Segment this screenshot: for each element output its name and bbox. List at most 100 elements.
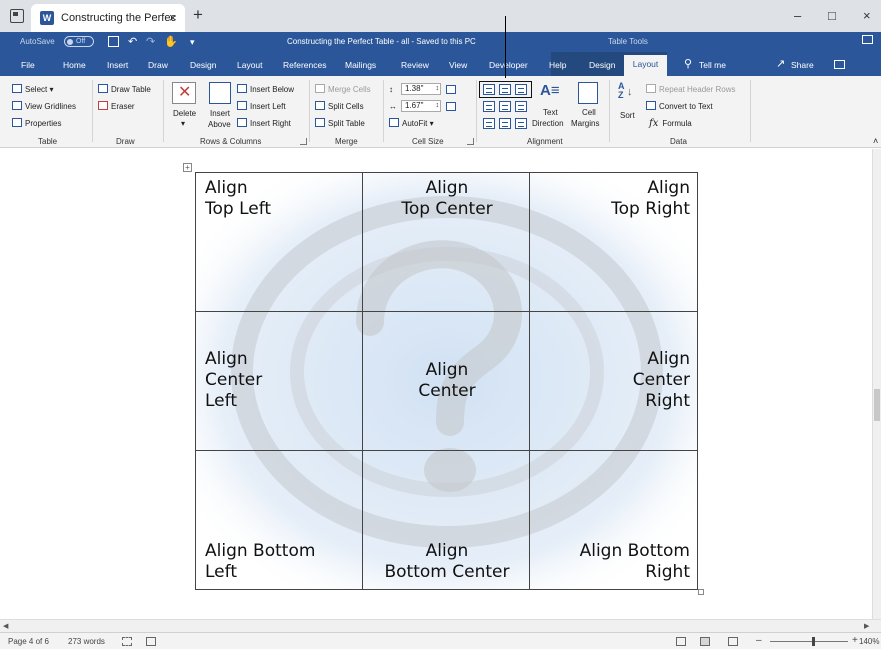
document-table[interactable]: Align Top Left Align Top Center Align To… (195, 172, 698, 590)
convert-to-text-button[interactable]: Convert to Text (646, 101, 713, 111)
insert-above-label-2[interactable]: Above (208, 120, 231, 129)
tab-file[interactable]: File (21, 60, 35, 70)
repeat-header-rows-button[interactable]: Repeat Header Rows (646, 84, 735, 94)
rows-columns-launcher-icon[interactable] (300, 138, 307, 145)
ribbon-display-options-icon[interactable] (862, 35, 873, 44)
align-bottom-right-icon[interactable] (515, 118, 527, 129)
collapse-ribbon-icon[interactable]: ˄ (873, 136, 878, 146)
cell-margins-icon[interactable] (578, 82, 598, 104)
split-cells-button[interactable]: Split Cells (315, 101, 364, 111)
tell-me-search[interactable]: Tell me (699, 60, 726, 70)
delete-table-icon[interactable]: ✕ (172, 82, 196, 104)
tab-table-design[interactable]: Design (589, 60, 615, 70)
select-dropdown[interactable]: Select ▾ (12, 84, 53, 94)
web-layout-icon[interactable] (728, 637, 738, 646)
comments-icon[interactable] (834, 60, 845, 69)
zoom-slider-track[interactable] (770, 641, 848, 642)
vertical-scroll-thumb[interactable] (874, 389, 880, 421)
delete-dropdown-arrow[interactable]: ▾ (181, 119, 185, 128)
table-cell-top-center[interactable]: Align Top Center (361, 172, 531, 312)
align-center-icon[interactable] (499, 101, 511, 112)
tab-references[interactable]: References (283, 60, 326, 70)
insert-left-button[interactable]: Insert Left (237, 101, 286, 111)
close-window-button[interactable]: × (863, 8, 871, 23)
touch-mode-icon[interactable]: ✋ (164, 35, 178, 48)
print-layout-icon[interactable] (700, 637, 710, 646)
scroll-left-icon[interactable]: ◀ (3, 622, 8, 630)
table-move-handle[interactable]: + (183, 163, 192, 172)
tab-design[interactable]: Design (190, 60, 216, 70)
properties-button[interactable]: Properties (12, 118, 61, 128)
table-cell-center-right[interactable]: Align Center Right (529, 311, 698, 451)
tab-mailings[interactable]: Mailings (345, 60, 376, 70)
insert-below-button[interactable]: Insert Below (237, 84, 294, 94)
view-gridlines-button[interactable]: View Gridlines (12, 101, 76, 111)
scroll-right-icon[interactable]: ▶ (864, 622, 869, 630)
tab-actions-icon[interactable] (10, 9, 24, 23)
tab-view[interactable]: View (449, 60, 467, 70)
save-icon[interactable] (108, 36, 119, 47)
draw-table-button[interactable]: Draw Table (98, 84, 151, 94)
redo-icon[interactable]: ↷ (146, 35, 155, 48)
cell-margins-label-2[interactable]: Margins (571, 119, 599, 128)
table-cell-center-left[interactable]: Align Center Left (195, 311, 363, 451)
align-bottom-left-icon[interactable] (483, 118, 495, 129)
zoom-out-button[interactable]: – (756, 635, 762, 646)
customize-qat-icon[interactable]: ▾ (190, 37, 195, 48)
tab-developer[interactable]: Developer (489, 60, 528, 70)
table-cell-top-right[interactable]: Align Top Right (529, 172, 698, 312)
table-cell-top-left[interactable]: Align Top Left (195, 172, 363, 312)
horizontal-scrollbar[interactable]: ◀ ▶ (0, 619, 881, 632)
merge-cells-button[interactable]: Merge Cells (315, 84, 371, 94)
tab-draw[interactable]: Draw (148, 60, 168, 70)
macro-recording-icon[interactable] (146, 637, 156, 646)
tab-home[interactable]: Home (63, 60, 86, 70)
table-cell-bottom-right[interactable]: Align Bottom Right (529, 450, 698, 590)
insert-above-label-1[interactable]: Insert (210, 109, 230, 118)
distribute-columns-icon[interactable] (446, 102, 456, 111)
zoom-level[interactable]: 140% (859, 637, 879, 646)
split-table-button[interactable]: Split Table (315, 118, 365, 128)
autosave-toggle[interactable]: Off (64, 36, 94, 47)
proofing-icon[interactable] (122, 637, 132, 646)
read-mode-icon[interactable] (676, 637, 686, 646)
zoom-in-button[interactable]: + (852, 635, 858, 646)
table-cell-center[interactable]: Align Center (361, 311, 531, 451)
minimize-button[interactable]: – (794, 8, 801, 23)
cell-margins-label-1[interactable]: Cell (582, 108, 596, 117)
sort-label[interactable]: Sort (620, 111, 635, 120)
align-center-left-icon[interactable] (483, 101, 495, 112)
vertical-scrollbar[interactable] (872, 149, 881, 619)
eraser-button[interactable]: Eraser (98, 101, 135, 111)
page-indicator[interactable]: Page 4 of 6 (8, 637, 49, 646)
tab-help[interactable]: Help (549, 60, 566, 70)
cell-size-launcher-icon[interactable] (467, 138, 474, 145)
insert-right-button[interactable]: Insert Right (237, 118, 291, 128)
zoom-slider-thumb[interactable] (811, 637, 815, 646)
table-cell-bottom-left[interactable]: Align Bottom Left (195, 450, 363, 590)
new-tab-button[interactable]: + (193, 5, 203, 25)
column-width-input[interactable]: 1.67" (401, 100, 441, 112)
text-direction-label-1[interactable]: Text (543, 108, 558, 117)
align-bottom-center-icon[interactable] (499, 118, 511, 129)
document-tab[interactable]: W Constructing the Perfec × (31, 4, 185, 32)
insert-above-icon[interactable] (209, 82, 231, 104)
row-height-input[interactable]: 1.38" (401, 83, 441, 95)
text-direction-icon[interactable]: A≡ (540, 82, 562, 102)
tab-table-layout[interactable]: Layout (624, 55, 667, 76)
text-direction-label-2[interactable]: Direction (532, 119, 564, 128)
formula-button[interactable]: fx Formula (646, 118, 692, 129)
autofit-button[interactable]: AutoFit ▾ (389, 118, 434, 128)
tab-layout[interactable]: Layout (237, 60, 263, 70)
tab-review[interactable]: Review (401, 60, 429, 70)
maximize-button[interactable]: □ (828, 8, 836, 23)
tab-insert[interactable]: Insert (107, 60, 128, 70)
table-resize-handle[interactable] (698, 589, 704, 595)
align-center-right-icon[interactable] (515, 101, 527, 112)
delete-button-label[interactable]: Delete (173, 109, 196, 118)
table-cell-bottom-center[interactable]: Align Bottom Center (361, 450, 531, 590)
close-tab-icon[interactable]: × (169, 10, 177, 25)
word-count[interactable]: 273 words (68, 637, 105, 646)
undo-icon[interactable]: ↶ (128, 35, 137, 48)
distribute-rows-icon[interactable] (446, 85, 456, 94)
